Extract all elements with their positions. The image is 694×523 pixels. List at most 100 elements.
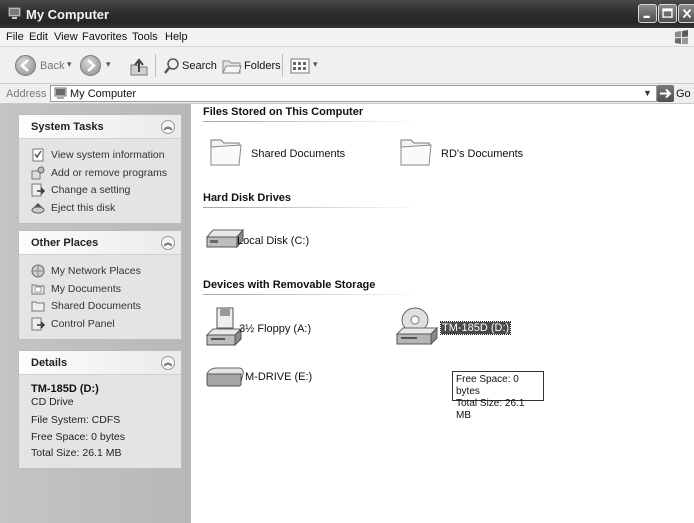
cd-drive-icon bbox=[395, 307, 439, 346]
system-tasks-header[interactable]: System Tasks ︽ bbox=[19, 115, 181, 139]
title-bar[interactable]: My Computer bbox=[0, 0, 694, 28]
group-divider bbox=[203, 294, 423, 295]
place-my-documents[interactable]: My Documents bbox=[31, 281, 181, 299]
collapse-icon[interactable]: ︽ bbox=[161, 356, 175, 370]
menu-favorites[interactable]: Favorites bbox=[82, 31, 127, 43]
group-header-removable: Devices with Removable Storage bbox=[203, 279, 423, 295]
other-places-title: Other Places bbox=[31, 237, 99, 249]
address-dropdown[interactable]: ▼ bbox=[640, 86, 655, 101]
address-input[interactable]: My Computer bbox=[50, 85, 657, 102]
task-view-system-information[interactable]: View system information bbox=[31, 147, 181, 165]
group-title: Files Stored on This Computer bbox=[203, 106, 364, 118]
computer-icon bbox=[54, 87, 67, 99]
task-change-setting[interactable]: Change a setting bbox=[31, 182, 181, 200]
task-label: View system information bbox=[51, 149, 165, 161]
item-label: Local Disk (C:) bbox=[237, 235, 310, 247]
forward-button[interactable] bbox=[80, 55, 101, 76]
menu-tools[interactable]: Tools bbox=[132, 31, 158, 43]
toolbar-separator bbox=[282, 54, 283, 77]
toolbar: Back ▾ ▾ Search Folders ▾ bbox=[0, 47, 694, 84]
item-label: 3½ Floppy (A:) bbox=[239, 323, 312, 335]
maximize-button[interactable] bbox=[658, 4, 677, 23]
group-title: Devices with Removable Storage bbox=[203, 279, 376, 291]
window-title: My Computer bbox=[26, 7, 110, 22]
place-label: My Network Places bbox=[51, 265, 141, 277]
task-pane: System Tasks ︽ View system information A… bbox=[0, 104, 191, 523]
forward-dropdown[interactable]: ▾ bbox=[106, 59, 111, 70]
settings-icon bbox=[31, 183, 45, 197]
details-type: CD Drive bbox=[31, 396, 74, 408]
details-name: TM-185D (D:) bbox=[31, 383, 99, 395]
back-dropdown[interactable]: ▾ bbox=[67, 59, 72, 70]
item-label: M-DRIVE (E:) bbox=[245, 371, 313, 383]
task-label: Eject this disk bbox=[51, 201, 116, 214]
up-folder-icon[interactable] bbox=[129, 57, 149, 77]
system-tasks-panel: System Tasks ︽ View system information A… bbox=[18, 114, 182, 224]
go-arrow-icon bbox=[660, 88, 672, 99]
menu-help[interactable]: Help bbox=[165, 31, 188, 43]
toolbar-separator bbox=[155, 54, 156, 77]
search-icon[interactable] bbox=[163, 57, 181, 75]
place-label: Control Panel bbox=[51, 317, 115, 330]
details-free-space: Free Space: 0 bytes bbox=[31, 431, 125, 443]
address-label: Address bbox=[6, 88, 47, 100]
removable-drive-icon bbox=[206, 367, 244, 387]
arrow-right-icon bbox=[87, 59, 96, 72]
folders-button[interactable]: Folders bbox=[244, 60, 281, 72]
details-title: Details bbox=[31, 357, 68, 369]
control-panel-icon bbox=[31, 317, 45, 330]
address-value: My Computer bbox=[70, 88, 137, 100]
tooltip-free-space: Free Space: 0 bytes bbox=[456, 374, 519, 397]
minimize-button[interactable] bbox=[638, 4, 657, 23]
collapse-icon[interactable]: ︽ bbox=[161, 236, 175, 250]
place-my-network-places[interactable]: My Network Places bbox=[31, 263, 181, 281]
task-label: Change a setting bbox=[51, 184, 131, 196]
views-dropdown[interactable]: ▾ bbox=[313, 59, 318, 70]
close-button[interactable] bbox=[678, 4, 694, 23]
details-total-size: Total Size: 26.1 MB bbox=[31, 447, 122, 459]
group-divider bbox=[203, 207, 423, 208]
group-title: Hard Disk Drives bbox=[203, 192, 292, 204]
folders-icon[interactable] bbox=[222, 57, 242, 75]
eject-icon bbox=[31, 202, 45, 213]
place-shared-documents[interactable]: Shared Documents bbox=[31, 298, 181, 316]
back-button[interactable] bbox=[15, 55, 36, 76]
drive-tooltip: Free Space: 0 bytes Total Size: 26.1 MB bbox=[452, 371, 544, 421]
computer-icon bbox=[8, 7, 21, 19]
system-info-icon bbox=[32, 148, 44, 162]
collapse-icon[interactable]: ︽ bbox=[161, 120, 175, 134]
windows-logo-icon bbox=[675, 30, 688, 44]
menu-edit[interactable]: Edit bbox=[29, 31, 48, 43]
menu-file[interactable]: File bbox=[6, 31, 24, 43]
tooltip-total-size: Total Size: 26.1 MB bbox=[456, 398, 525, 421]
folder-icon bbox=[210, 139, 242, 166]
system-tasks-title: System Tasks bbox=[31, 121, 104, 133]
go-label[interactable]: Go bbox=[676, 88, 691, 100]
details-header[interactable]: Details ︽ bbox=[19, 351, 181, 375]
other-places-panel: Other Places ︽ My Network Places My Docu… bbox=[18, 230, 182, 340]
menu-bar: File Edit View Favorites Tools Help bbox=[0, 28, 694, 47]
folder-icon bbox=[400, 139, 432, 166]
folder-icon bbox=[31, 301, 45, 312]
search-button[interactable]: Search bbox=[182, 60, 217, 72]
address-bar: Address My Computer ▼ Go bbox=[0, 84, 694, 104]
close-icon bbox=[682, 8, 692, 19]
back-label[interactable]: Back bbox=[40, 60, 64, 72]
go-button[interactable] bbox=[657, 85, 674, 102]
other-places-header[interactable]: Other Places ︽ bbox=[19, 231, 181, 255]
details-panel: Details ︽ TM-185D (D:) CD Drive File Sys… bbox=[18, 350, 182, 469]
views-icon[interactable] bbox=[290, 58, 310, 74]
item-label-selected: TM-185D (D:) bbox=[439, 321, 512, 335]
place-control-panel[interactable]: Control Panel bbox=[31, 316, 181, 334]
item-label: Shared Documents bbox=[251, 148, 346, 160]
minimize-icon bbox=[643, 15, 650, 18]
menu-view[interactable]: View bbox=[54, 31, 78, 43]
task-eject-disk[interactable]: Eject this disk bbox=[31, 200, 181, 218]
task-add-remove-programs[interactable]: Add or remove programs bbox=[31, 165, 181, 183]
task-label: Add or remove programs bbox=[51, 166, 168, 179]
item-label: RD's Documents bbox=[441, 148, 524, 160]
maximize-icon bbox=[662, 8, 673, 18]
group-divider bbox=[203, 121, 423, 122]
details-file-system: File System: CDFS bbox=[31, 414, 121, 426]
network-icon bbox=[31, 264, 45, 278]
